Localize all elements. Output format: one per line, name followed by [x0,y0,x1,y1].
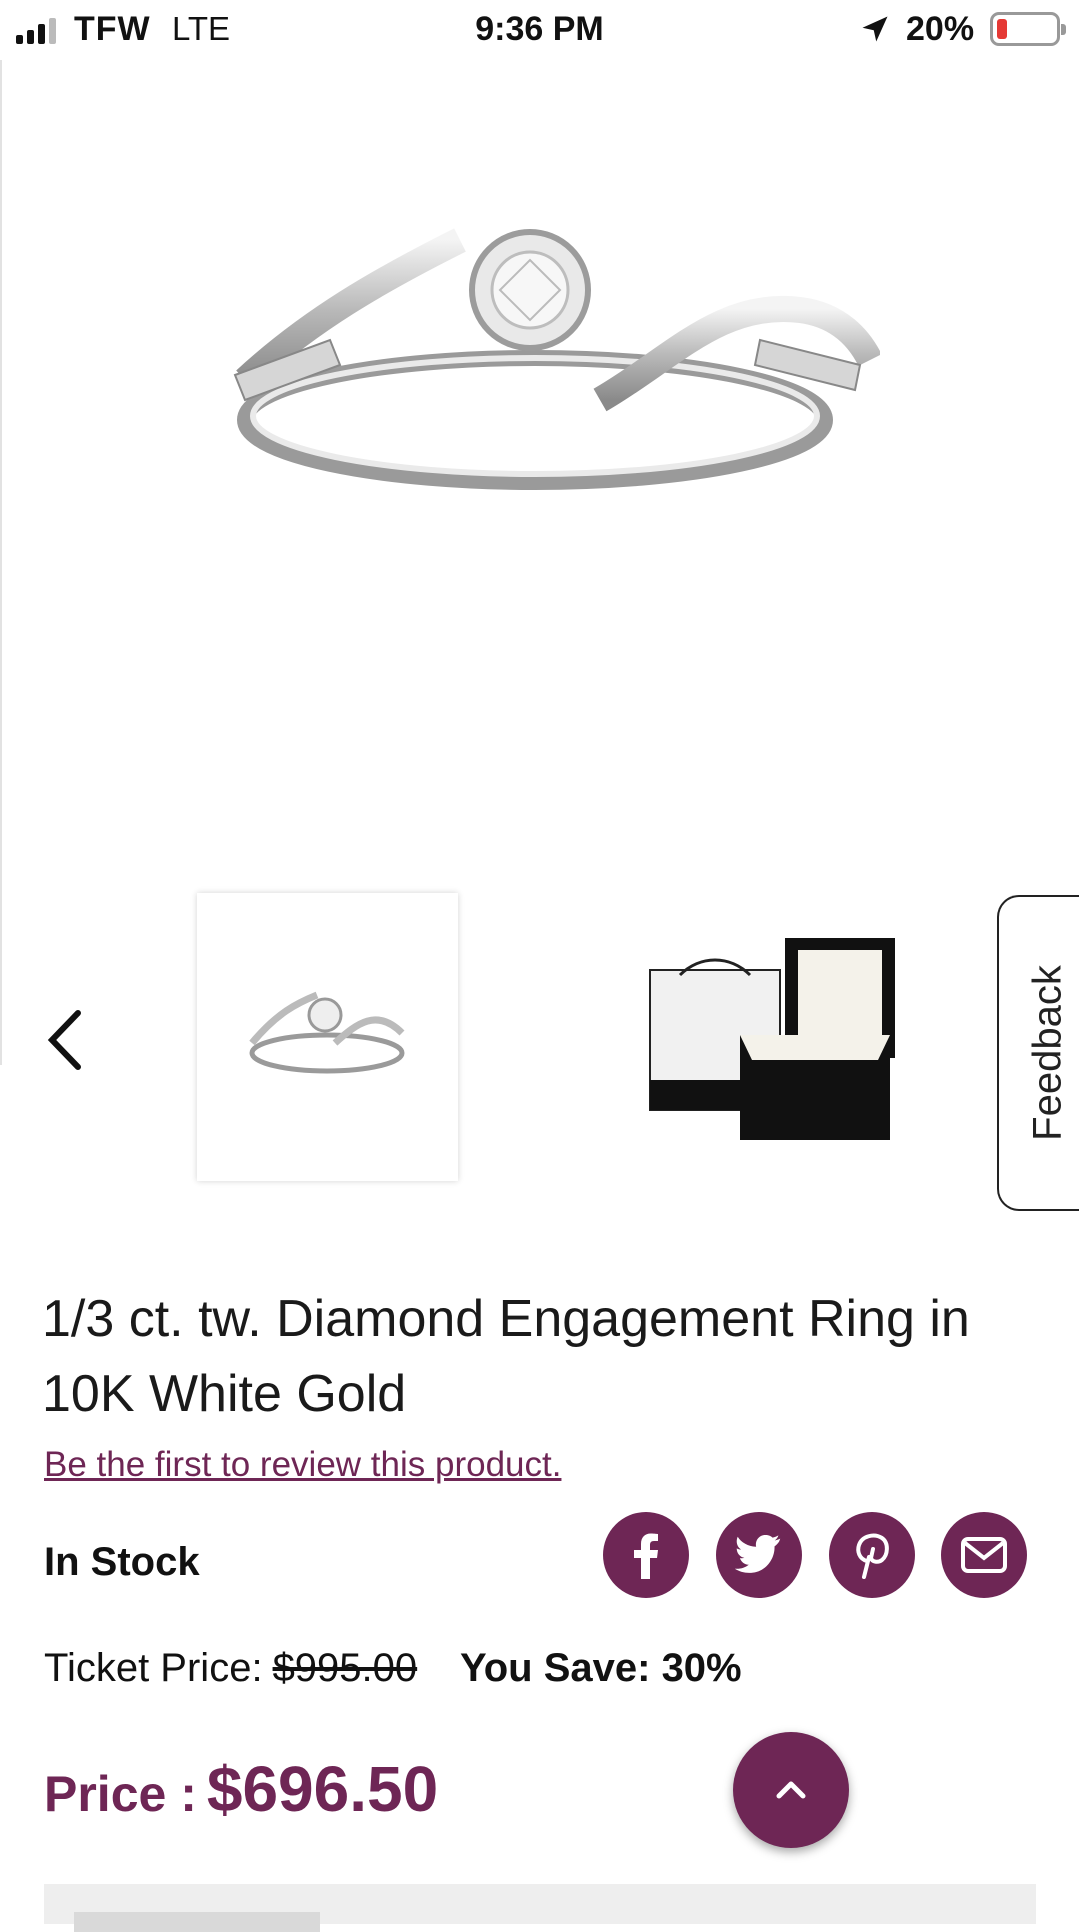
ticket-price-row: Ticket Price: $995.00 [44,1646,417,1691]
stock-status: In Stock [44,1540,200,1584]
review-link[interactable]: Be the first to review this product. [44,1445,561,1485]
feedback-tab[interactable]: Feedback [997,895,1079,1211]
product-main-image[interactable] [200,190,880,520]
product-title: 1/3 ct. tw. Diamond Engagement Ring in 1… [42,1290,970,1423]
scroll-to-top-button[interactable] [733,1732,849,1848]
panel-image [74,1912,320,1932]
savings-value: 30% [661,1646,742,1690]
feedback-label: Feedback [1025,965,1070,1141]
ticket-price-value: $995.00 [272,1646,418,1690]
twitter-icon [735,1535,781,1573]
ticket-price-label: Ticket Price: [44,1646,263,1690]
price-value: $696.50 [206,1753,439,1825]
chevron-up-icon [776,1781,806,1799]
content-panel [44,1884,1036,1932]
divider [0,60,2,1065]
battery-percent: 20% [906,10,975,48]
pinterest-share-button[interactable] [829,1512,915,1598]
email-icon [961,1537,1007,1573]
chevron-left-icon[interactable] [40,1005,90,1075]
battery-icon [990,12,1066,46]
facebook-icon [634,1533,658,1579]
savings-label: You Save: [460,1646,651,1690]
price-label: Price : [44,1766,197,1822]
gift-box-thumbnail[interactable] [640,930,900,1150]
facebook-share-button[interactable] [603,1512,689,1598]
location-arrow-icon [862,16,888,42]
status-bar: TFW LTE 9:36 PM 20% [0,0,1079,60]
ring-thumbnail[interactable] [197,893,458,1181]
savings-row: You Save: 30% [460,1646,742,1691]
twitter-share-button[interactable] [716,1512,802,1598]
price-row: Price : $696.50 [44,1752,438,1826]
email-share-button[interactable] [941,1512,1027,1598]
pinterest-icon [856,1533,889,1579]
